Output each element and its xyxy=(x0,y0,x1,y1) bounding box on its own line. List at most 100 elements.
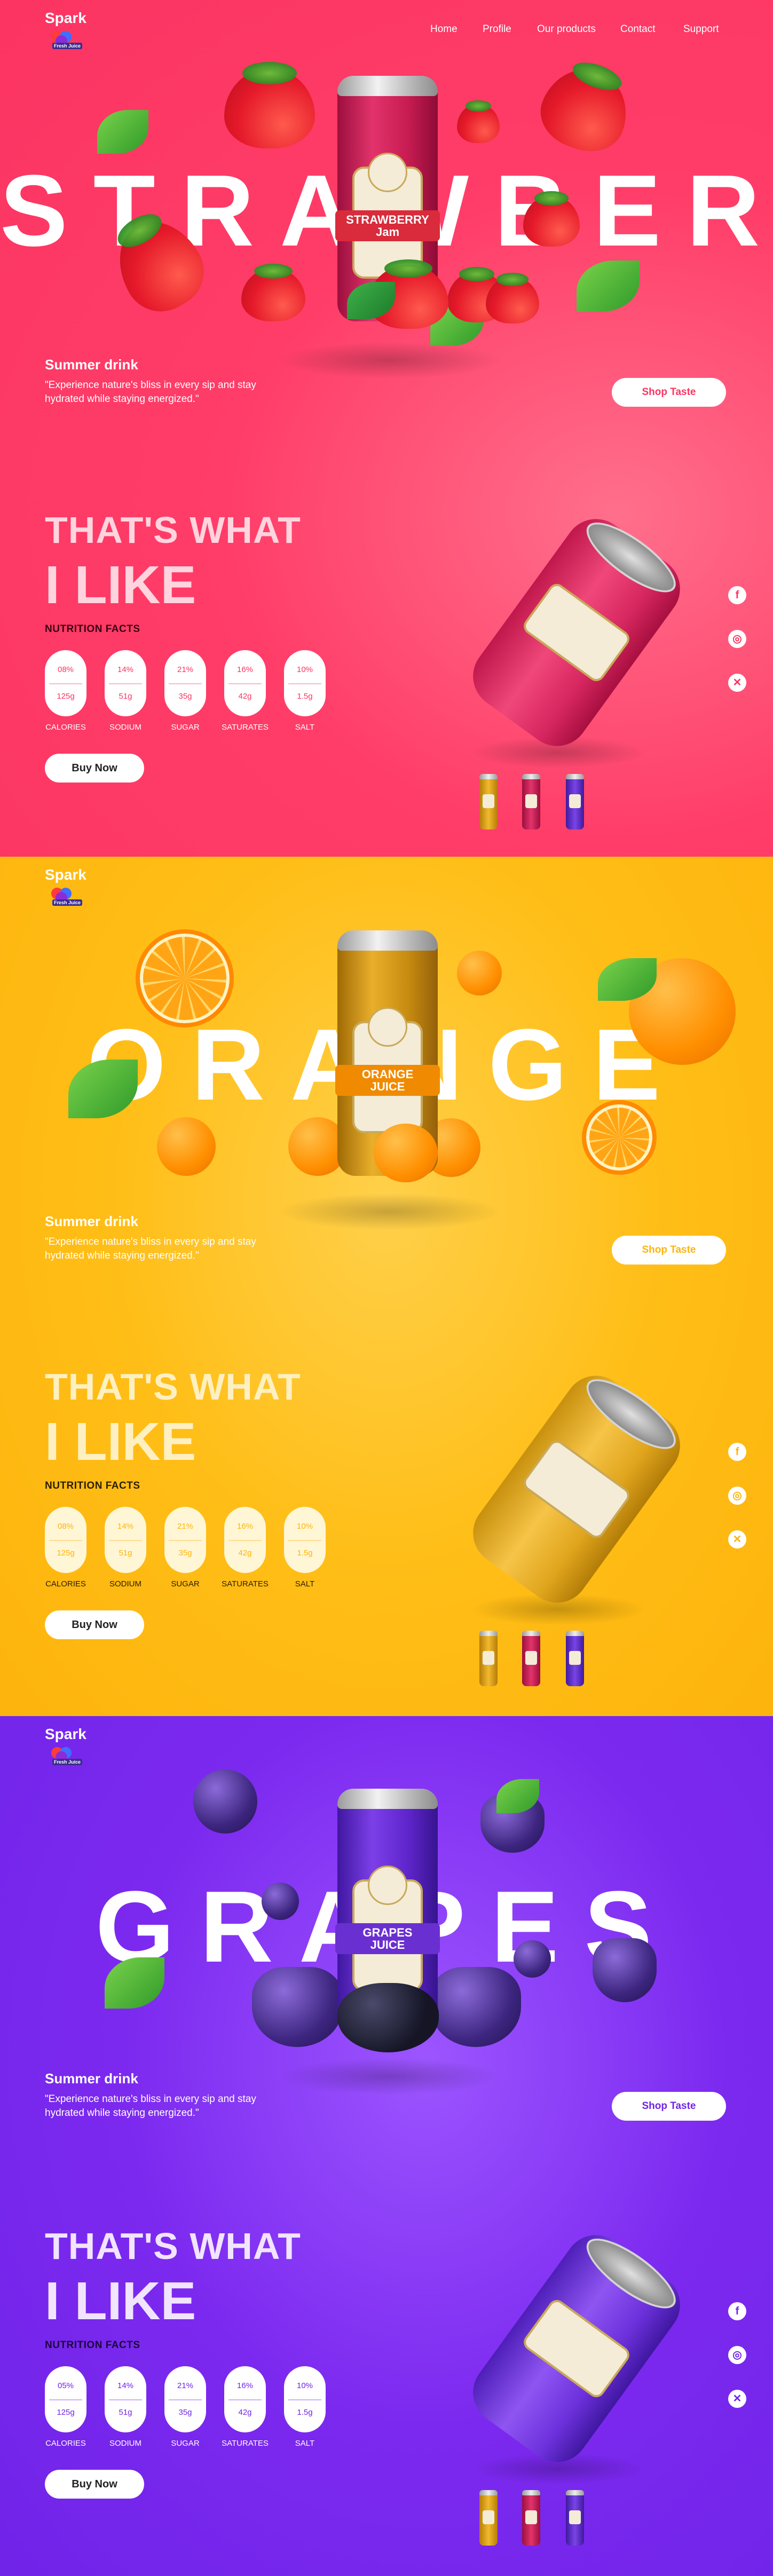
facebook-icon[interactable]: f xyxy=(728,1443,746,1461)
nutrition-label: SUGAR xyxy=(171,723,200,732)
brand-logo[interactable]: Spark Fresh Juice xyxy=(45,10,98,52)
nav-profile[interactable]: Profile xyxy=(483,23,511,35)
brand-tagline: Fresh Juice xyxy=(52,43,83,49)
heading-line2: I LIKE xyxy=(45,1412,196,1472)
nutrition-value: 125g xyxy=(57,1548,75,1558)
grape-bunch-image xyxy=(430,1967,521,2047)
x-icon[interactable]: ✕ xyxy=(728,674,746,692)
nutrition-label: SALT xyxy=(295,723,315,732)
nutrition-percent: 21% xyxy=(177,2381,194,2390)
strawberry-can-thumb[interactable] xyxy=(522,774,540,829)
nutrition-label: CALORIES xyxy=(45,1579,86,1589)
nutrition-pill-saturates: 16% 42g xyxy=(224,2366,266,2432)
x-icon[interactable]: ✕ xyxy=(728,1530,746,1548)
summer-quote: "Experience nature's bliss in every sip … xyxy=(45,380,256,405)
nav-home[interactable]: Home xyxy=(430,23,458,35)
instagram-icon[interactable]: ◎ xyxy=(728,2346,746,2364)
grape-can-thumb[interactable] xyxy=(566,2490,584,2546)
nutrition-percent: 14% xyxy=(117,2381,134,2390)
nutrition-pill-calories: 08% 125g xyxy=(45,1507,86,1573)
nutrition-percent: 16% xyxy=(236,1522,254,1531)
can-shadow xyxy=(278,1193,502,1230)
can-label-line1: GRAPES xyxy=(362,1925,413,1939)
summer-block: Summer drink "Experience nature's bliss … xyxy=(45,357,296,406)
summer-block: Summer drink "Experience nature's bliss … xyxy=(45,1213,296,1262)
nutrition-percent: 08% xyxy=(57,665,74,674)
strawberry-image xyxy=(241,268,305,321)
nutrition-label: SODIUM xyxy=(109,1579,141,1589)
nutrition-value: 1.5g xyxy=(297,1548,313,1558)
heading-line2: I LIKE xyxy=(45,2271,196,2331)
grape-bunch-image xyxy=(593,1938,657,2002)
shop-taste-button[interactable]: Shop Taste xyxy=(612,2092,726,2121)
nav-contact[interactable]: Contact xyxy=(620,23,655,35)
nutrition-pill-sodium: 14% 51g xyxy=(105,1507,146,1573)
flavor-switcher xyxy=(479,774,602,833)
buy-now-button[interactable]: Buy Now xyxy=(45,2470,144,2499)
facebook-icon[interactable]: f xyxy=(728,2302,746,2320)
nutrition-list: 08% 125g 14% 51g 21% 35g 16% 42g 10% 1.5g CAL… xyxy=(45,650,333,736)
strawberry-image xyxy=(457,104,500,143)
nutrition-list: 08% 125g 14% 51g 21% 35g 16% 42g 10% 1.5g CAL… xyxy=(45,1507,333,1592)
nutrition-list: 05% 125g 14% 51g 21% 35g 16% 42g 10% 1.5g CAL… xyxy=(45,2366,333,2452)
instagram-icon[interactable]: ◎ xyxy=(728,1487,746,1505)
nutrition-label: CALORIES xyxy=(45,2439,86,2448)
strawberry-image xyxy=(531,57,639,162)
nutrition-percent: 14% xyxy=(117,665,134,674)
shop-taste-button[interactable]: Shop Taste xyxy=(612,378,726,407)
nutrition-pill-saturates: 16% 42g xyxy=(224,1507,266,1573)
nutrition-value: 42g xyxy=(238,1548,252,1558)
strawberry-seal-icon xyxy=(368,153,407,192)
nav-support[interactable]: Support xyxy=(683,23,719,35)
tilted-orange-can xyxy=(460,1363,693,1616)
brand-logo[interactable]: Spark Fresh Juice xyxy=(45,866,98,909)
nutrition-pill-salt: 10% 1.5g xyxy=(284,1507,326,1573)
heading-line1: THAT'S WHAT xyxy=(45,509,301,551)
shop-taste-button[interactable]: Shop Taste xyxy=(612,1236,726,1265)
can-shadow xyxy=(278,342,502,379)
grape-can-thumb[interactable] xyxy=(566,774,584,829)
nutrition-value: 1.5g xyxy=(297,2408,313,2417)
brand-logo[interactable]: Spark Fresh Juice xyxy=(45,1726,98,1768)
orange-image xyxy=(457,951,502,995)
nutrition-pill-sugar: 21% 35g xyxy=(164,1507,206,1573)
nutrition-percent: 21% xyxy=(177,1522,194,1531)
brand-tagline: Fresh Juice xyxy=(52,899,83,906)
orange-seal-icon xyxy=(368,1007,407,1047)
leaf-image xyxy=(577,260,640,312)
nutrition-label: SALT xyxy=(295,1579,315,1589)
social-links: f ◎ ✕ xyxy=(728,1443,747,1550)
nav-our-products[interactable]: Our products xyxy=(537,23,596,35)
nutrition-value: 51g xyxy=(119,2408,132,2417)
brand-name: Spark xyxy=(45,866,86,883)
facebook-icon[interactable]: f xyxy=(728,586,746,604)
strawberry-can-thumb[interactable] xyxy=(522,1631,540,1686)
nutrition-label: SODIUM xyxy=(109,723,141,732)
grape-can-thumb[interactable] xyxy=(566,1631,584,1686)
summer-title: Summer drink xyxy=(45,1213,138,1229)
summer-title: Summer drink xyxy=(45,2071,138,2087)
strawberry-can-thumb[interactable] xyxy=(522,2490,540,2546)
brand-tagline: Fresh Juice xyxy=(52,1759,83,1765)
nutrition-value: 42g xyxy=(238,2408,252,2417)
buy-now-button[interactable]: Buy Now xyxy=(45,754,144,783)
orange-can-thumb[interactable] xyxy=(479,774,498,829)
orange-can-thumb[interactable] xyxy=(479,2490,498,2546)
nutrition-value: 35g xyxy=(178,692,192,701)
orange-image xyxy=(374,1124,438,1182)
orange-can-thumb[interactable] xyxy=(479,1631,498,1686)
heading-line2: I LIKE xyxy=(45,555,196,615)
summer-quote: "Experience nature's bliss in every sip … xyxy=(45,2093,256,2119)
buy-now-button[interactable]: Buy Now xyxy=(45,1610,144,1639)
nutrition-pill-sodium: 14% 51g xyxy=(105,2366,146,2432)
nutrition-title: NUTRITION FACTS xyxy=(45,2340,140,2351)
nutrition-pill-salt: 10% 1.5g xyxy=(284,650,326,716)
grape-bunch-image xyxy=(252,1967,343,2047)
main-nav: Home Profile Our products Contact Suppor… xyxy=(430,23,729,36)
instagram-icon[interactable]: ◎ xyxy=(728,630,746,648)
nutrition-percent: 05% xyxy=(57,2381,74,2390)
grape-image xyxy=(193,1769,257,1834)
nutrition-label: SALT xyxy=(295,2439,315,2448)
can-label-line2: JUICE xyxy=(370,1080,405,1093)
x-icon[interactable]: ✕ xyxy=(728,2390,746,2408)
